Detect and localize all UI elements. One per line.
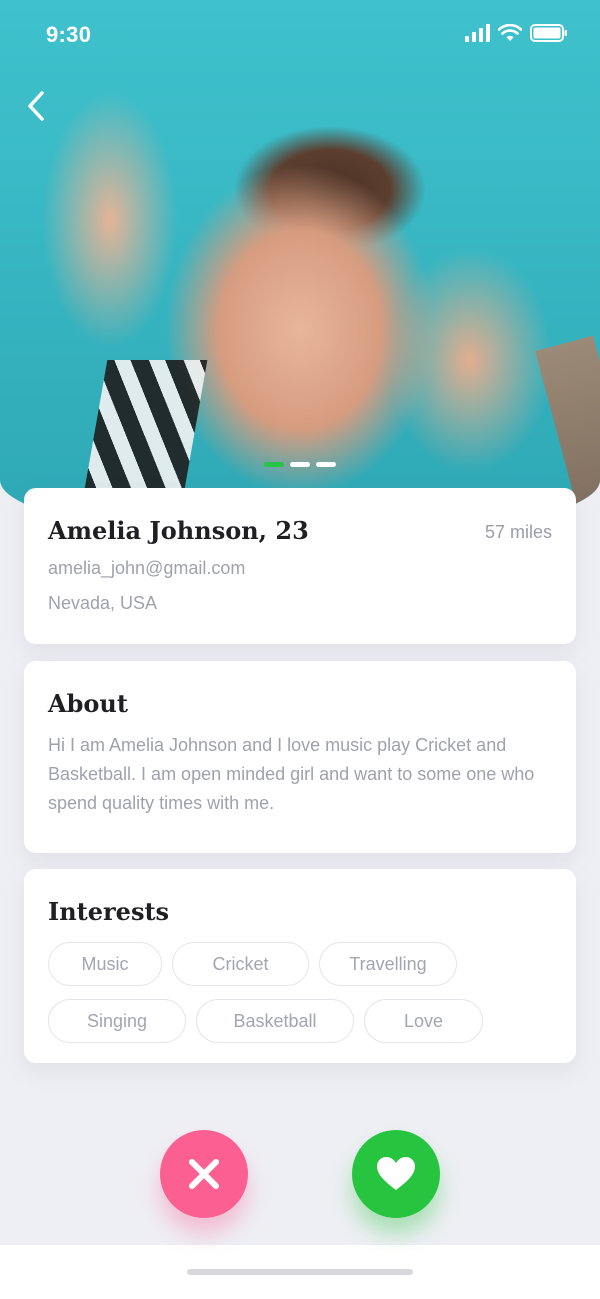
profile-photo[interactable] <box>0 0 600 540</box>
interests-title: Interests <box>48 897 170 926</box>
about-title: About <box>48 689 128 718</box>
about-text: Hi I am Amelia Johnson and I love music … <box>48 735 535 813</box>
status-time: 9:30 <box>46 22 92 47</box>
heart-icon <box>377 1157 415 1190</box>
profile-distance: 57 miles <box>484 522 552 542</box>
home-indicator[interactable] <box>187 1269 413 1275</box>
carousel-dot[interactable] <box>316 462 336 467</box>
carousel-dot-active[interactable] <box>264 462 284 467</box>
interest-chip-music[interactable]: Music <box>48 942 162 986</box>
like-button[interactable] <box>352 1130 440 1218</box>
home-bar-area <box>0 1245 600 1299</box>
about-card: About Hi I am Amelia Johnson and I love … <box>24 661 576 853</box>
interest-chip-travelling[interactable]: Travelling <box>319 942 457 986</box>
status-bar: 9:30 <box>0 0 600 70</box>
chevron-left-icon <box>28 91 44 121</box>
profile-card: Amelia Johnson, 23 57 miles amelia_john@… <box>24 488 576 644</box>
wifi-icon <box>498 24 522 42</box>
carousel-indicator <box>264 462 336 467</box>
signal-icon <box>465 24 490 42</box>
interest-chip-singing[interactable]: Singing <box>48 999 186 1043</box>
interest-chip-love[interactable]: Love <box>364 999 483 1043</box>
profile-location: Nevada, USA <box>48 593 158 613</box>
back-button[interactable] <box>18 86 54 126</box>
carousel-dot[interactable] <box>290 462 310 467</box>
close-icon <box>189 1159 219 1189</box>
reject-button[interactable] <box>160 1130 248 1218</box>
interests-card: Interests Music Cricket Travelling Singi… <box>24 869 576 1063</box>
interest-chip-basketball[interactable]: Basketball <box>196 999 354 1043</box>
profile-name: Amelia Johnson, 23 <box>48 516 309 545</box>
interest-chips: Music Cricket Travelling Singing Basketb… <box>48 942 558 1043</box>
battery-icon <box>530 24 568 42</box>
profile-email: amelia_john@gmail.com <box>48 558 246 578</box>
interest-chip-cricket[interactable]: Cricket <box>172 942 309 986</box>
